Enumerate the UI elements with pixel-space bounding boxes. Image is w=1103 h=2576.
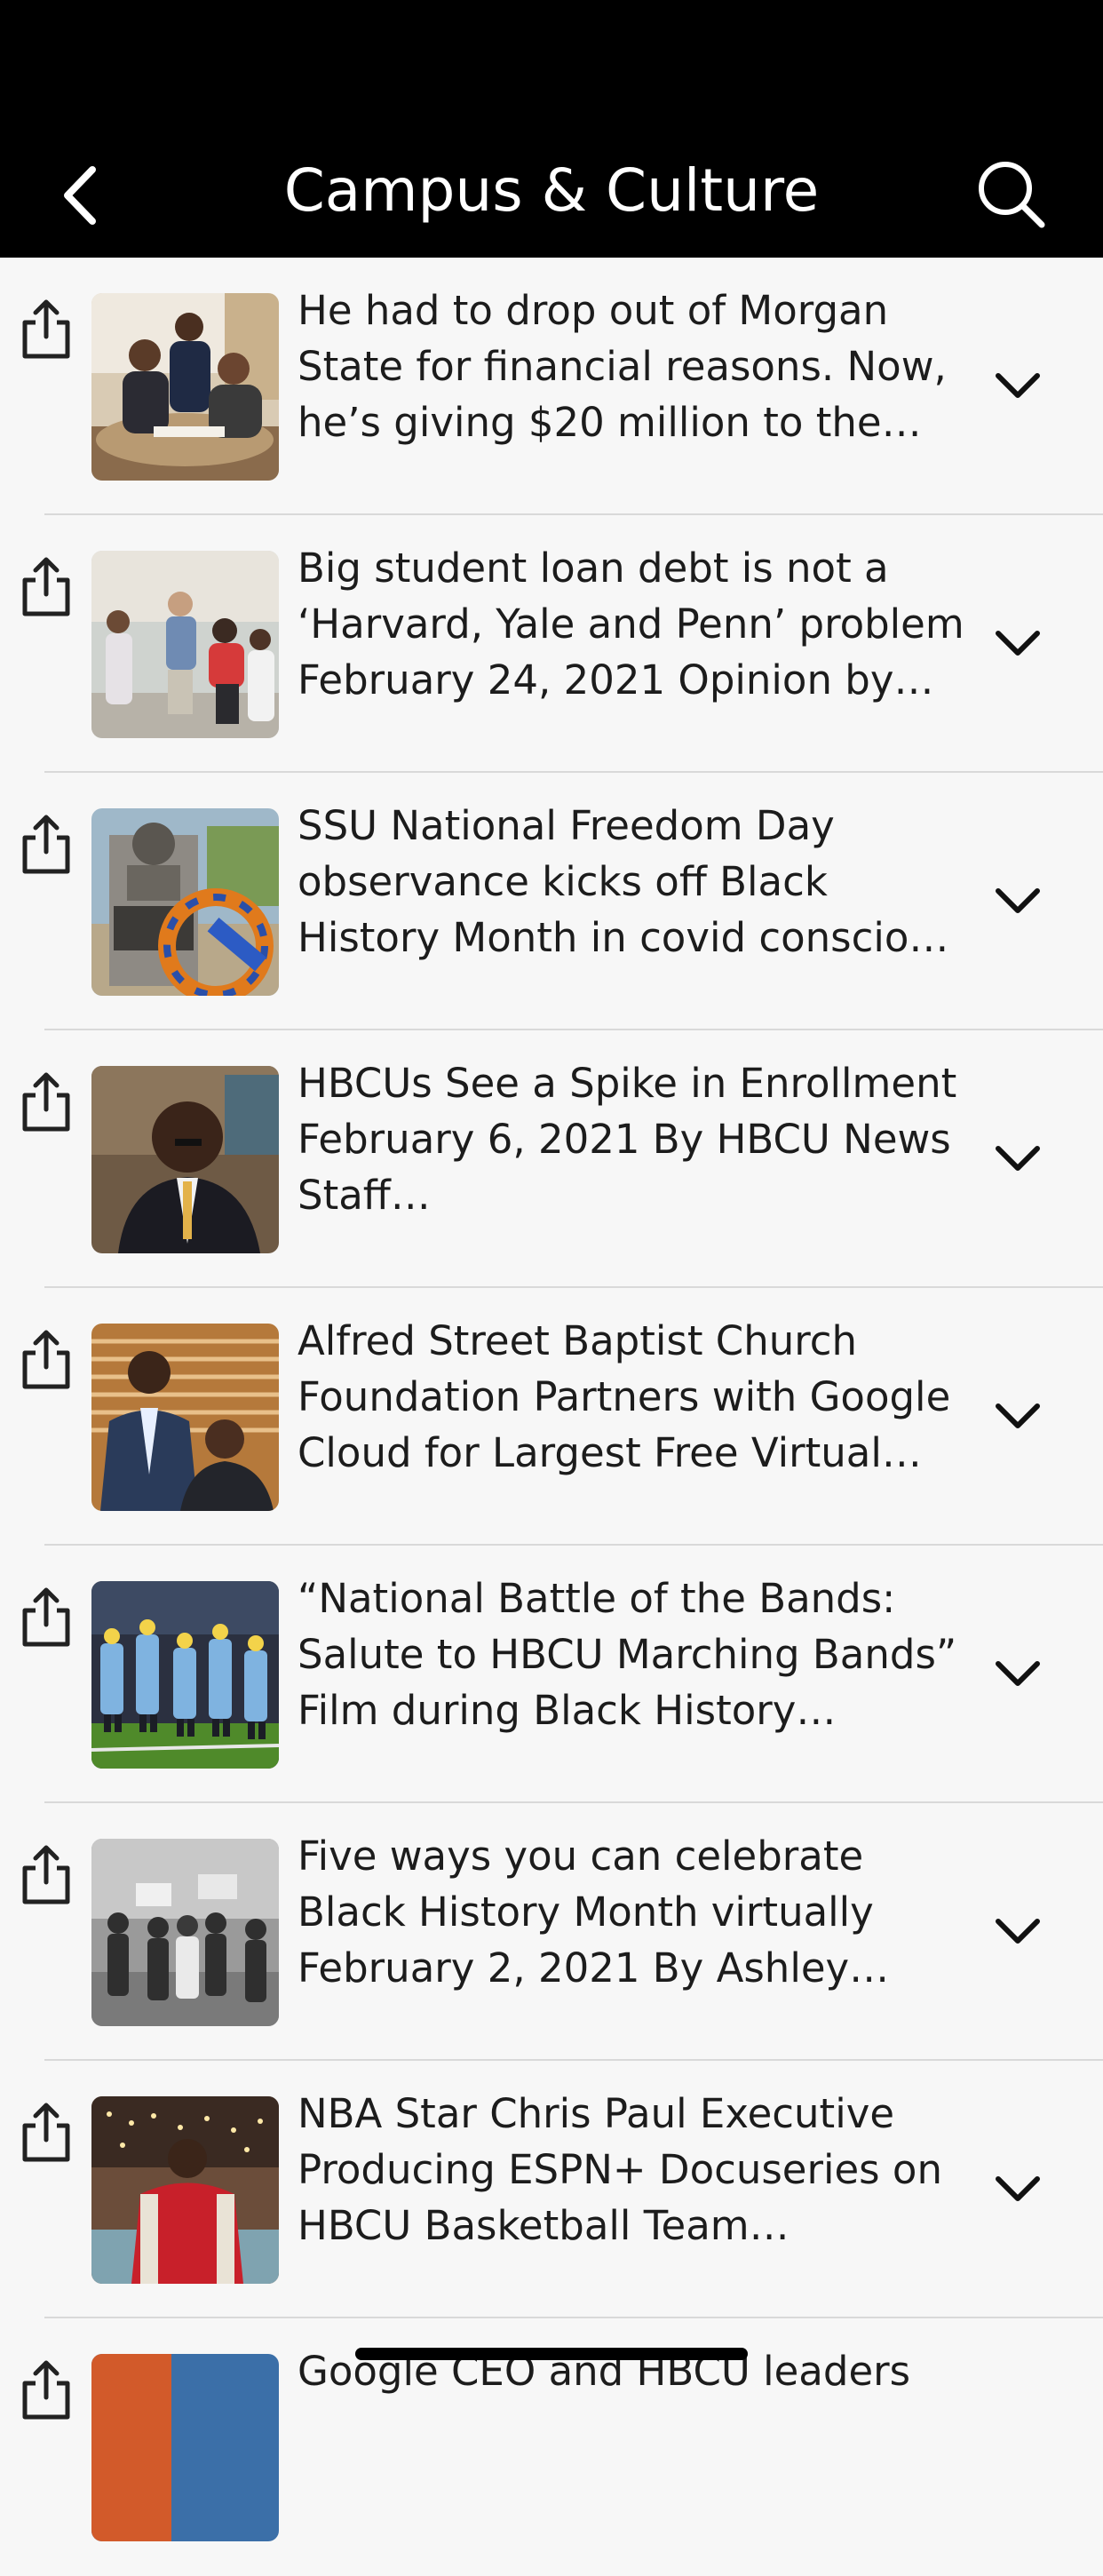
chevron-down-icon[interactable] <box>993 1914 1043 1950</box>
article-headline[interactable]: Five ways you can celebrate Black Histor… <box>298 1828 968 1996</box>
article-headline[interactable]: Big student loan debt is not a ‘Harvard,… <box>298 540 968 708</box>
chevron-down-icon[interactable] <box>993 626 1043 662</box>
article-headline[interactable]: “National Battle of the Bands: Salute to… <box>298 1570 968 1738</box>
article-thumbnail[interactable] <box>91 2354 279 2541</box>
chevron-down-icon[interactable] <box>993 1657 1043 1692</box>
share-icon[interactable] <box>18 2358 75 2422</box>
article-headline[interactable]: He had to drop out of Morgan State for f… <box>298 282 968 450</box>
chevron-down-icon[interactable] <box>993 369 1043 404</box>
share-icon[interactable] <box>18 555 75 619</box>
chevron-down-icon[interactable] <box>993 1141 1043 1177</box>
article-row[interactable]: NBA Star Chris Paul Executive Producing … <box>0 2061 1103 2318</box>
article-list: He had to drop out of Morgan State for f… <box>0 258 1103 2576</box>
article-thumbnail[interactable] <box>91 1324 279 1511</box>
chevron-down-icon[interactable] <box>993 884 1043 919</box>
article-headline[interactable]: NBA Star Chris Paul Executive Producing … <box>298 2086 968 2254</box>
share-icon[interactable] <box>18 298 75 362</box>
page-title: Campus & Culture <box>283 156 820 225</box>
article-row[interactable]: Alfred Street Baptist Church Foundation … <box>0 1288 1103 1546</box>
article-row[interactable]: Big student loan debt is not a ‘Harvard,… <box>0 515 1103 773</box>
article-headline[interactable]: SSU National Freedom Day observance kick… <box>298 798 968 966</box>
share-icon[interactable] <box>18 1070 75 1134</box>
search-icon <box>978 161 1044 227</box>
article-thumbnail[interactable] <box>91 1066 279 1253</box>
search-button[interactable] <box>972 155 1048 231</box>
article-row[interactable]: SSU National Freedom Day observance kick… <box>0 773 1103 1030</box>
article-headline[interactable]: HBCUs See a Spike in Enrollment February… <box>298 1055 968 1223</box>
share-icon[interactable] <box>18 1843 75 1907</box>
chevron-down-icon[interactable] <box>993 2172 1043 2207</box>
article-thumbnail[interactable] <box>91 1581 279 1769</box>
nav-bar: Campus & Culture <box>0 0 1103 258</box>
share-icon[interactable] <box>18 1586 75 1650</box>
share-icon[interactable] <box>18 2101 75 2165</box>
article-thumbnail[interactable] <box>91 1839 279 2026</box>
article-row[interactable]: HBCUs See a Spike in Enrollment February… <box>0 1030 1103 1288</box>
article-thumbnail[interactable] <box>91 293 279 481</box>
article-row[interactable]: “National Battle of the Bands: Salute to… <box>0 1546 1103 1803</box>
chevron-down-icon[interactable] <box>993 1399 1043 1435</box>
home-indicator[interactable] <box>355 2348 748 2360</box>
article-thumbnail[interactable] <box>91 551 279 738</box>
article-thumbnail[interactable] <box>91 2096 279 2284</box>
article-thumbnail[interactable] <box>91 808 279 996</box>
share-icon[interactable] <box>18 813 75 877</box>
article-headline[interactable]: Alfred Street Baptist Church Foundation … <box>298 1313 968 1481</box>
share-icon[interactable] <box>18 1328 75 1392</box>
article-row[interactable]: Five ways you can celebrate Black Histor… <box>0 1803 1103 2061</box>
article-row[interactable]: He had to drop out of Morgan State for f… <box>0 258 1103 515</box>
